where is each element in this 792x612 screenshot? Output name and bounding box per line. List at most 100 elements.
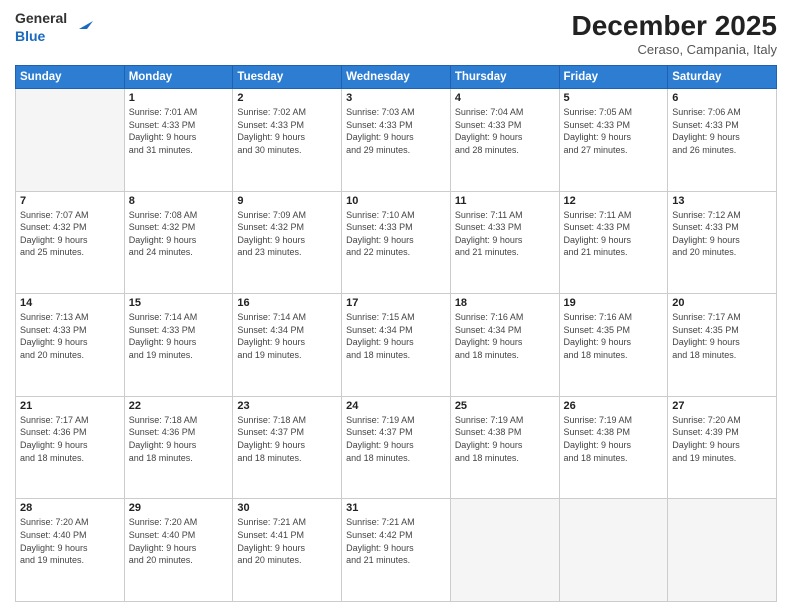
- calendar-cell: 15 Sunrise: 7:14 AMSunset: 4:33 PMDayligh…: [124, 294, 233, 397]
- weekday-header-saturday: Saturday: [668, 66, 777, 89]
- day-info: Sunrise: 7:21 AMSunset: 4:42 PMDaylight:…: [346, 516, 446, 566]
- day-number: 28: [20, 502, 120, 514]
- day-info: Sunrise: 7:20 AMSunset: 4:40 PMDaylight:…: [129, 516, 229, 566]
- day-info: Sunrise: 7:09 AMSunset: 4:32 PMDaylight:…: [237, 209, 337, 259]
- calendar-body: 1Sunrise: 7:01 AMSunset: 4:33 PMDaylight…: [16, 89, 777, 602]
- day-info: Sunrise: 7:18 AMSunset: 4:36 PMDaylight:…: [129, 414, 229, 464]
- calendar-cell: 16 Sunrise: 7:14 AMSunset: 4:34 PMDayligh…: [233, 294, 342, 397]
- day-number: 18: [455, 297, 555, 309]
- day-number: 4: [455, 92, 555, 104]
- day-number: 31: [346, 502, 446, 514]
- day-info: Sunrise: 7:19 AMSunset: 4:38 PMDaylight:…: [564, 414, 664, 464]
- calendar-week-5: 28 Sunrise: 7:20 AMSunset: 4:40 PMDayligh…: [16, 499, 777, 602]
- logo-bird-icon: [71, 15, 93, 37]
- calendar-cell: 26 Sunrise: 7:19 AMSunset: 4:38 PMDayligh…: [559, 396, 668, 499]
- day-info: Sunrise: 7:19 AMSunset: 4:37 PMDaylight:…: [346, 414, 446, 464]
- calendar-cell: 14 Sunrise: 7:13 AMSunset: 4:33 PMDayligh…: [16, 294, 125, 397]
- calendar-week-4: 21 Sunrise: 7:17 AMSunset: 4:36 PMDayligh…: [16, 396, 777, 499]
- day-info: Sunrise: 7:16 AMSunset: 4:35 PMDaylight:…: [564, 311, 664, 361]
- day-number: 2: [237, 92, 337, 104]
- day-info: Sunrise: 7:20 AMSunset: 4:39 PMDaylight:…: [672, 414, 772, 464]
- weekday-header-monday: Monday: [124, 66, 233, 89]
- weekday-header-sunday: Sunday: [16, 66, 125, 89]
- day-info: Sunrise: 7:17 AMSunset: 4:36 PMDaylight:…: [20, 414, 120, 464]
- day-info: Sunrise: 7:11 AMSunset: 4:33 PMDaylight:…: [564, 209, 664, 259]
- calendar-cell: [559, 499, 668, 602]
- day-info: Sunrise: 7:03 AMSunset: 4:33 PMDaylight:…: [346, 106, 446, 156]
- day-number: 27: [672, 400, 772, 412]
- calendar-cell: 5 Sunrise: 7:05 AMSunset: 4:33 PMDaylight…: [559, 89, 668, 192]
- day-number: 7: [20, 195, 120, 207]
- day-info: Sunrise: 7:14 AMSunset: 4:34 PMDaylight:…: [237, 311, 337, 361]
- calendar-cell: 17Sunrise: 7:15 AMSunset: 4:34 PMDayligh…: [342, 294, 451, 397]
- day-info: Sunrise: 7:15 AMSunset: 4:34 PMDaylight:…: [346, 311, 446, 361]
- day-info: Sunrise: 7:07 AMSunset: 4:32 PMDaylight:…: [20, 209, 120, 259]
- calendar-cell: 20Sunrise: 7:17 AMSunset: 4:35 PMDayligh…: [668, 294, 777, 397]
- calendar-cell: 25 Sunrise: 7:19 AMSunset: 4:38 PMDayligh…: [450, 396, 559, 499]
- calendar-cell: 6 Sunrise: 7:06 AMSunset: 4:33 PMDaylight…: [668, 89, 777, 192]
- weekday-header-friday: Friday: [559, 66, 668, 89]
- day-number: 1: [129, 92, 229, 104]
- day-info: Sunrise: 7:11 AMSunset: 4:33 PMDaylight:…: [455, 209, 555, 259]
- day-number: 9: [237, 195, 337, 207]
- day-info: Sunrise: 7:20 AMSunset: 4:40 PMDaylight:…: [20, 516, 120, 566]
- day-number: 20: [672, 297, 772, 309]
- month-title: December 2025: [572, 10, 777, 42]
- calendar-cell: 24 Sunrise: 7:19 AMSunset: 4:37 PMDayligh…: [342, 396, 451, 499]
- day-number: 10: [346, 195, 446, 207]
- day-number: 23: [237, 400, 337, 412]
- day-number: 24: [346, 400, 446, 412]
- day-info: Sunrise: 7:06 AMSunset: 4:33 PMDaylight:…: [672, 106, 772, 156]
- day-info: Sunrise: 7:13 AMSunset: 4:33 PMDaylight:…: [20, 311, 120, 361]
- calendar-cell: 2Sunrise: 7:02 AMSunset: 4:33 PMDaylight…: [233, 89, 342, 192]
- day-number: 3: [346, 92, 446, 104]
- calendar-cell: 7 Sunrise: 7:07 AMSunset: 4:32 PMDaylight…: [16, 191, 125, 294]
- calendar-cell: 31 Sunrise: 7:21 AMSunset: 4:42 PMDayligh…: [342, 499, 451, 602]
- day-number: 26: [564, 400, 664, 412]
- day-number: 25: [455, 400, 555, 412]
- weekday-header-wednesday: Wednesday: [342, 66, 451, 89]
- calendar-cell: 4 Sunrise: 7:04 AMSunset: 4:33 PMDaylight…: [450, 89, 559, 192]
- weekday-header-thursday: Thursday: [450, 66, 559, 89]
- day-number: 22: [129, 400, 229, 412]
- header: General Blue December 2025 Ceraso, Campa…: [15, 10, 777, 57]
- day-info: Sunrise: 7:04 AMSunset: 4:33 PMDaylight:…: [455, 106, 555, 156]
- calendar-cell: 22 Sunrise: 7:18 AMSunset: 4:36 PMDayligh…: [124, 396, 233, 499]
- day-info: Sunrise: 7:05 AMSunset: 4:33 PMDaylight:…: [564, 106, 664, 156]
- calendar-cell: 12 Sunrise: 7:11 AMSunset: 4:33 PMDayligh…: [559, 191, 668, 294]
- day-info: Sunrise: 7:10 AMSunset: 4:33 PMDaylight:…: [346, 209, 446, 259]
- calendar-week-3: 14 Sunrise: 7:13 AMSunset: 4:33 PMDayligh…: [16, 294, 777, 397]
- calendar-cell: 30Sunrise: 7:21 AMSunset: 4:41 PMDayligh…: [233, 499, 342, 602]
- calendar-cell: 11Sunrise: 7:11 AMSunset: 4:33 PMDayligh…: [450, 191, 559, 294]
- calendar-week-2: 7 Sunrise: 7:07 AMSunset: 4:32 PMDaylight…: [16, 191, 777, 294]
- day-number: 12: [564, 195, 664, 207]
- weekday-header-tuesday: Tuesday: [233, 66, 342, 89]
- day-number: 5: [564, 92, 664, 104]
- calendar-cell: [16, 89, 125, 192]
- day-number: 15: [129, 297, 229, 309]
- day-number: 6: [672, 92, 772, 104]
- calendar-cell: 1Sunrise: 7:01 AMSunset: 4:33 PMDaylight…: [124, 89, 233, 192]
- calendar-cell: 10 Sunrise: 7:10 AMSunset: 4:33 PMDayligh…: [342, 191, 451, 294]
- calendar-cell: 21 Sunrise: 7:17 AMSunset: 4:36 PMDayligh…: [16, 396, 125, 499]
- day-info: Sunrise: 7:18 AMSunset: 4:37 PMDaylight:…: [237, 414, 337, 464]
- day-info: Sunrise: 7:14 AMSunset: 4:33 PMDaylight:…: [129, 311, 229, 361]
- logo: General Blue: [15, 10, 93, 45]
- calendar-cell: 3 Sunrise: 7:03 AMSunset: 4:33 PMDaylight…: [342, 89, 451, 192]
- calendar-cell: 28 Sunrise: 7:20 AMSunset: 4:40 PMDayligh…: [16, 499, 125, 602]
- day-number: 21: [20, 400, 120, 412]
- calendar-cell: [450, 499, 559, 602]
- day-info: Sunrise: 7:16 AMSunset: 4:34 PMDaylight:…: [455, 311, 555, 361]
- day-number: 14: [20, 297, 120, 309]
- day-info: Sunrise: 7:19 AMSunset: 4:38 PMDaylight:…: [455, 414, 555, 464]
- page: General Blue December 2025 Ceraso, Campa…: [0, 0, 792, 612]
- day-number: 30: [237, 502, 337, 514]
- calendar-cell: 18 Sunrise: 7:16 AMSunset: 4:34 PMDayligh…: [450, 294, 559, 397]
- calendar-cell: 23 Sunrise: 7:18 AMSunset: 4:37 PMDayligh…: [233, 396, 342, 499]
- calendar-table: SundayMondayTuesdayWednesdayThursdayFrid…: [15, 65, 777, 602]
- day-number: 16: [237, 297, 337, 309]
- day-number: 29: [129, 502, 229, 514]
- calendar-cell: [668, 499, 777, 602]
- calendar-week-1: 1Sunrise: 7:01 AMSunset: 4:33 PMDaylight…: [16, 89, 777, 192]
- title-block: December 2025 Ceraso, Campania, Italy: [572, 10, 777, 57]
